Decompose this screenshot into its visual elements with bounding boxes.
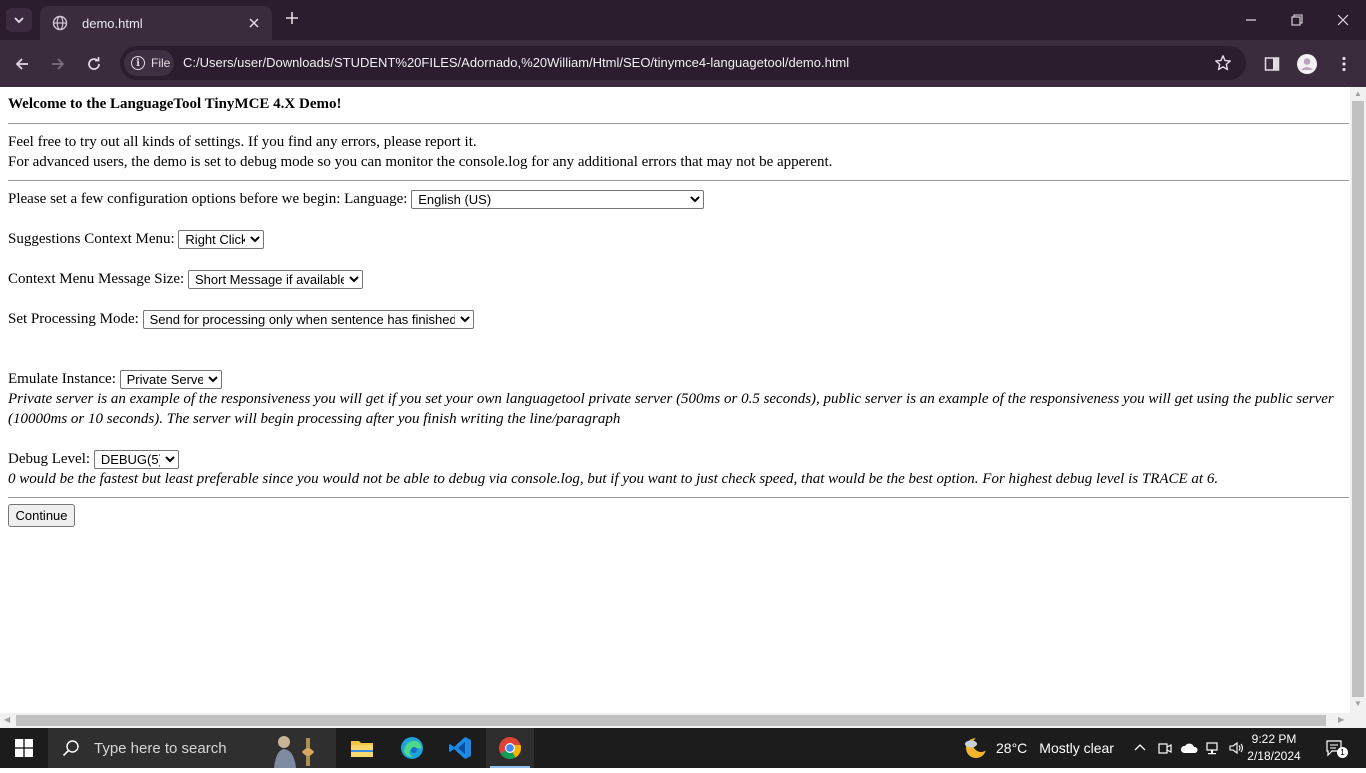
onedrive-cloud-icon[interactable] [1179, 738, 1199, 758]
weather-description: Mostly clear [1039, 740, 1114, 756]
browser-toolbar: i File C:/Users/user/Downloads/STUDENT%2… [0, 40, 1366, 87]
emulate-instance-label: Emulate Instance: [8, 370, 116, 387]
emulate-instance-note: Private server is an example of the resp… [8, 391, 1334, 427]
intro-text-1: Feel free to try out all kinds of settin… [8, 134, 477, 150]
processing-mode-select[interactable]: Send for processing only when sentence h… [142, 310, 474, 329]
scroll-right-arrow-icon[interactable]: ▶ [1338, 715, 1344, 724]
site-info-button[interactable]: i File [124, 50, 174, 76]
vscode-icon[interactable] [436, 728, 484, 768]
message-size-label: Context Menu Message Size: [8, 270, 185, 287]
search-highlight-illustration-icon [262, 728, 334, 768]
debug-level-note: 0 would be the fastest but least prefera… [8, 471, 1219, 487]
scrollbar-corner [1350, 713, 1366, 728]
scroll-up-arrow-icon[interactable]: ▲ [1354, 89, 1362, 98]
tab-close-icon[interactable] [244, 13, 264, 33]
debug-level-row: Debug Level: DEBUG(5) [8, 450, 179, 469]
message-size-row: Context Menu Message Size: Short Message… [8, 270, 363, 289]
vertical-scrollbar[interactable]: ▲ ▼ [1350, 87, 1366, 713]
network-icon[interactable] [1203, 738, 1223, 758]
edge-browser-icon[interactable] [388, 728, 436, 768]
clock-time: 9:22 PM [1251, 732, 1297, 746]
page-content: Welcome to the LanguageTool TinyMCE 4.X … [0, 87, 1350, 713]
debug-level-label: Debug Level: [8, 450, 91, 467]
tab-search-chevron-icon[interactable] [6, 8, 32, 32]
windows-taskbar: Type here to search 28°C Mostly clear 9:… [0, 728, 1366, 768]
file-explorer-icon[interactable] [338, 728, 386, 768]
divider [8, 497, 1349, 498]
language-row: Please set a few configuration options b… [8, 190, 705, 209]
divider [8, 180, 1349, 181]
back-icon[interactable] [8, 50, 36, 78]
globe-icon [52, 15, 68, 31]
volume-icon[interactable] [1227, 738, 1247, 758]
page-title: Welcome to the LanguageTool TinyMCE 4.X … [8, 96, 342, 112]
intro-text-2: For advanced users, the demo is set to d… [8, 154, 833, 170]
scroll-left-arrow-icon[interactable]: ◀ [4, 715, 10, 724]
debug-level-select[interactable]: DEBUG(5) [93, 450, 179, 469]
address-bar[interactable]: i File C:/Users/user/Downloads/STUDENT%2… [120, 46, 1246, 80]
continue-button[interactable]: Continue [8, 504, 75, 527]
notifications-icon[interactable]: 1 [1324, 738, 1348, 758]
taskbar-clock[interactable]: 9:22 PM 2/18/2024 [1246, 731, 1302, 765]
scroll-down-arrow-icon[interactable]: ▼ [1354, 699, 1362, 708]
tab-title: demo.html [82, 15, 143, 31]
chrome-icon[interactable] [486, 728, 534, 768]
site-info-label: File [151, 56, 171, 70]
new-tab-icon[interactable] [280, 9, 304, 31]
close-window-icon[interactable] [1320, 0, 1366, 40]
divider [8, 123, 1349, 124]
processing-mode-label: Set Processing Mode: [8, 310, 139, 327]
moon-cloud-icon [962, 735, 988, 761]
search-placeholder: Type here to search [94, 739, 227, 757]
emulate-instance-row: Emulate Instance: Private Server [8, 370, 222, 389]
browser-tab[interactable]: demo.html [40, 6, 272, 40]
minimize-icon[interactable] [1228, 0, 1274, 40]
url-text[interactable]: C:/Users/user/Downloads/STUDENT%20FILES/… [183, 55, 849, 70]
horizontal-scrollbar[interactable]: ◀ ▶ [0, 713, 1350, 728]
notification-count-badge: 1 [1337, 747, 1348, 758]
context-menu-select[interactable]: Right Click [178, 230, 265, 249]
clock-date: 2/18/2024 [1247, 749, 1301, 763]
browser-menu-icon[interactable] [1332, 52, 1356, 76]
search-icon [62, 739, 80, 757]
context-menu-label: Suggestions Context Menu: [8, 230, 175, 247]
side-panel-icon[interactable] [1260, 52, 1284, 76]
message-size-select[interactable]: Short Message if available [187, 270, 363, 289]
windows-start-icon[interactable] [0, 728, 48, 768]
forward-icon[interactable] [44, 50, 72, 78]
emulate-instance-select[interactable]: Private Server [119, 370, 222, 389]
taskbar-search-box[interactable]: Type here to search [48, 728, 336, 768]
restore-icon[interactable] [1274, 0, 1320, 40]
browser-tab-strip: demo.html [0, 0, 1366, 40]
reload-icon[interactable] [80, 50, 108, 78]
vertical-scroll-thumb[interactable] [1352, 101, 1364, 697]
weather-widget[interactable]: 28°C Mostly clear [962, 728, 1114, 768]
context-menu-row: Suggestions Context Menu: Right Click [8, 230, 265, 249]
horizontal-scroll-thumb[interactable] [16, 715, 1326, 726]
bookmark-star-icon[interactable] [1214, 54, 1232, 72]
meet-now-icon[interactable] [1155, 738, 1175, 758]
language-select[interactable]: English (US) [411, 190, 705, 209]
processing-mode-row: Set Processing Mode: Send for processing… [8, 310, 474, 329]
profile-avatar-icon[interactable] [1295, 52, 1319, 76]
show-hidden-icons-chevron-icon[interactable] [1130, 738, 1150, 758]
weather-temperature: 28°C [996, 740, 1028, 756]
language-label: Please set a few configuration options b… [8, 190, 408, 207]
info-icon: i [131, 56, 145, 70]
